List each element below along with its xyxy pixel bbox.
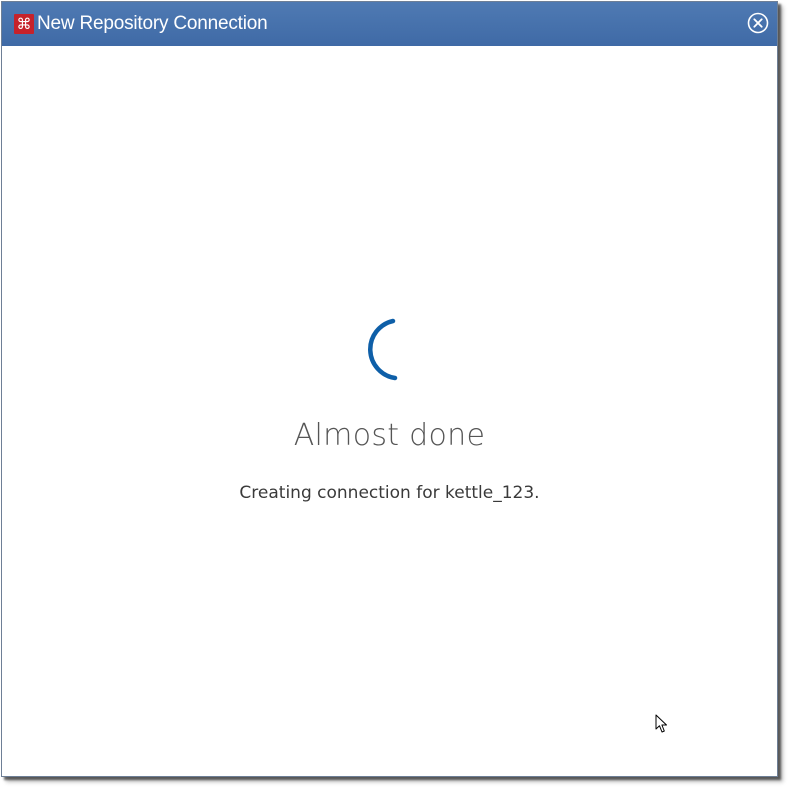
loading-spinner-icon [368, 318, 398, 381]
pentaho-spoon-icon: ⌘ [14, 14, 34, 34]
dialog-content: Almost done Creating connection for kett… [2, 46, 777, 776]
status-heading: Almost done [293, 418, 486, 453]
window-title: New Repository Connection [37, 13, 268, 34]
dialog-window: ⌘ New Repository Connection Almost done … [1, 1, 778, 777]
status-message: Creating connection for kettle_123. [239, 483, 540, 503]
mouse-pointer-icon [655, 714, 667, 733]
title-bar[interactable]: ⌘ New Repository Connection [2, 2, 777, 46]
close-circle-icon [747, 12, 769, 34]
close-button[interactable] [747, 12, 769, 34]
